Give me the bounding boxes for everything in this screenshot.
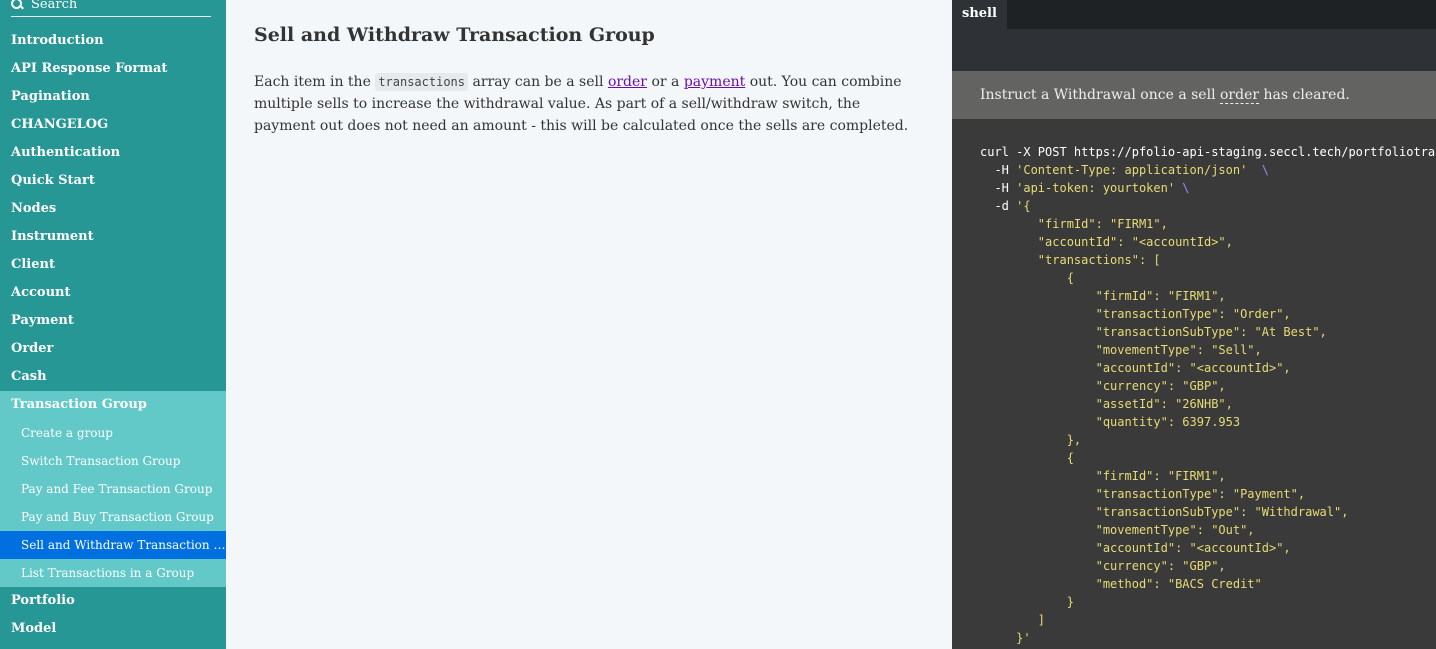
search-input[interactable] (31, 0, 201, 12)
code-line: "transactionType": "Order", (1095, 307, 1291, 321)
intro-text-2: array can be a sell (468, 74, 608, 90)
payment-link[interactable]: payment (684, 74, 745, 90)
code-line: } (1066, 595, 1074, 609)
sidebar-item-api-response-format[interactable]: API Response Format (0, 55, 226, 83)
sidebar-item-authentication[interactable]: Authentication (0, 139, 226, 167)
sidebar-item-account[interactable]: Account (0, 279, 226, 307)
intro-paragraph: Each item in the transactions array can … (254, 71, 924, 137)
order-link[interactable]: order (608, 74, 647, 90)
code-sample: curl -X POST https://pfolio-api-staging.… (980, 143, 1436, 647)
page-title: Sell and Withdraw Transaction Group (254, 24, 655, 46)
sidebar-item-introduction[interactable]: Introduction (0, 27, 226, 55)
code-line: "accountId": "<accountId>", (1095, 361, 1291, 375)
code-line: "transactionType": "Payment", (1095, 487, 1306, 501)
sidebar-item-payment[interactable]: Payment (0, 307, 226, 335)
code-line: "transactions": [ (1037, 253, 1161, 267)
code-line: "firmId": "FIRM1", (1095, 469, 1226, 483)
sidebar-item-model[interactable]: Model (0, 615, 226, 643)
code-line: "method": "BACS Credit" (1095, 577, 1262, 591)
code-line: }' (1016, 631, 1031, 645)
sidebar-item-instrument[interactable]: Instrument (0, 223, 226, 251)
sidebar-item-transaction-group[interactable]: Transaction Group (0, 391, 226, 419)
sidebar-nav: Introduction API Response Format Paginat… (0, 27, 226, 643)
sidebar-subitem-list-transactions[interactable]: List Transactions in a Group (0, 559, 226, 587)
code-line: "transactionSubType": "Withdrawal", (1095, 505, 1349, 519)
sidebar-subitem-create-a-group[interactable]: Create a group (0, 419, 226, 447)
code-line: { (1066, 451, 1074, 465)
inline-code-transactions: transactions (375, 73, 469, 91)
code-block: curl -X POST https://pfolio-api-staging.… (952, 119, 1436, 649)
notice-text-2: has cleared. (1259, 87, 1350, 103)
notice-abbr-order: order (1220, 87, 1260, 105)
code-line: curl -X POST https://pfolio-api-staging.… (980, 145, 1436, 159)
sidebar-item-order[interactable]: Order (0, 335, 226, 363)
intro-text-3: or a (647, 74, 684, 90)
code-line: "currency": "GBP", (1095, 379, 1226, 393)
code-line: "firmId": "FIRM1", (1037, 217, 1168, 231)
code-line: "movementType": "Out", (1095, 523, 1255, 537)
search-box[interactable] (11, 0, 211, 17)
code-line: "assetId": "26NHB", (1095, 397, 1233, 411)
code-line: { (1066, 271, 1074, 285)
code-line: -H 'api-token: yourtoken' \ (980, 181, 1190, 195)
code-line: "transactionSubType": "At Best", (1095, 325, 1327, 339)
language-tabs: shell (952, 0, 1436, 29)
sidebar-subitem-sell-and-withdraw[interactable]: Sell and Withdraw Transaction Group (0, 531, 226, 559)
code-line: }, (1066, 433, 1082, 447)
sidebar-item-cash[interactable]: Cash (0, 363, 226, 391)
sidebar-item-changelog[interactable]: CHANGELOG (0, 111, 226, 139)
code-line: "movementType": "Sell", (1095, 343, 1262, 357)
tab-shell[interactable]: shell (952, 0, 1007, 29)
sidebar-item-portfolio[interactable]: Portfolio (0, 587, 226, 615)
sidebar-item-nodes[interactable]: Nodes (0, 195, 226, 223)
code-line: ] (1037, 613, 1046, 627)
sidebar-item-client[interactable]: Client (0, 251, 226, 279)
sidebar-group-transaction-group: Transaction Group Create a group Switch … (0, 391, 226, 587)
code-line: "quantity": 6397.953 (1095, 415, 1241, 429)
sidebar-item-quick-start[interactable]: Quick Start (0, 167, 226, 195)
search-icon (11, 0, 23, 10)
main-content: Sell and Withdraw Transaction Group Each… (226, 0, 952, 649)
sidebar-subitem-pay-and-buy[interactable]: Pay and Buy Transaction Group (0, 503, 226, 531)
sidebar: Introduction API Response Format Paginat… (0, 0, 226, 649)
code-notice: Instruct a Withdrawal once a sell order … (952, 71, 1436, 119)
sidebar-item-pagination[interactable]: Pagination (0, 83, 226, 111)
code-line: "accountId": "<accountId>", (1095, 541, 1291, 555)
code-line: -d '{ (980, 199, 1031, 213)
code-line: "currency": "GBP", (1095, 559, 1226, 573)
sidebar-subitem-pay-and-fee[interactable]: Pay and Fee Transaction Group (0, 475, 226, 503)
code-line: -H 'Content-Type: application/json' \ (980, 163, 1269, 177)
code-line: "firmId": "FIRM1", (1095, 289, 1226, 303)
code-line: "accountId": "<accountId>", (1037, 235, 1233, 249)
code-panel: shell Instruct a Withdrawal once a sell … (952, 0, 1436, 649)
notice-text-1: Instruct a Withdrawal once a sell (980, 87, 1220, 103)
intro-text-1: Each item in the (254, 74, 376, 90)
sidebar-subitem-switch-transaction-group[interactable]: Switch Transaction Group (0, 447, 226, 475)
